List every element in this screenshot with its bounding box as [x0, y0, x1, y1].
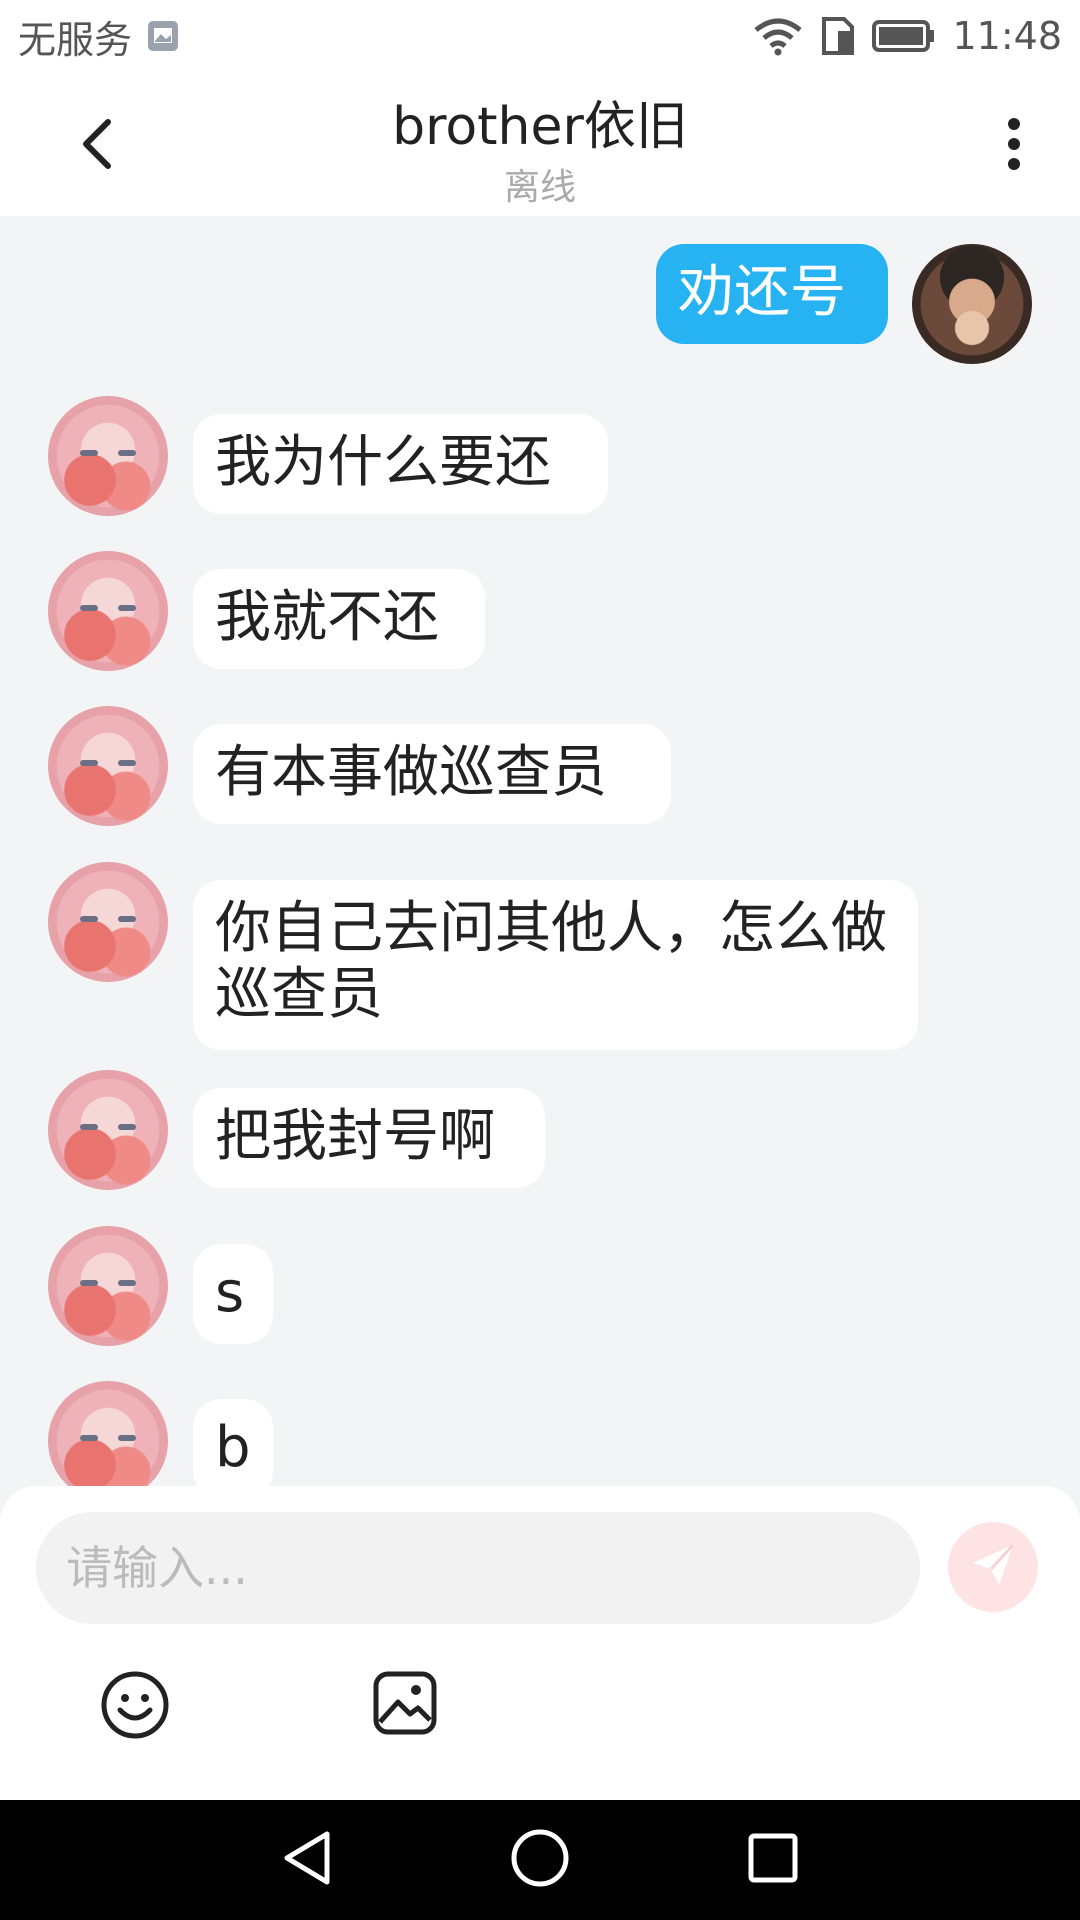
contact-avatar[interactable] [48, 551, 168, 671]
nav-recents-button[interactable] [738, 1825, 808, 1895]
nav-home-button[interactable] [505, 1825, 575, 1895]
circle-home-icon [510, 1828, 570, 1892]
battery-icon [872, 19, 936, 53]
wifi-icon [752, 16, 804, 56]
contact-avatar[interactable] [48, 862, 168, 982]
contact-avatar[interactable] [48, 706, 168, 826]
image-icon [372, 1671, 438, 1740]
message-bubble[interactable]: s [193, 1244, 273, 1344]
message-outgoing: 劝还号 [0, 216, 1080, 364]
message-bubble[interactable]: 我就不还 [193, 569, 485, 669]
message-incoming: 把我封号啊 [0, 1070, 1080, 1200]
send-button[interactable] [948, 1522, 1038, 1612]
emoji-icon [100, 1671, 170, 1744]
message-incoming: s [0, 1226, 1080, 1356]
contact-avatar[interactable] [48, 1070, 168, 1190]
contact-status: 离线 [503, 167, 576, 208]
message-bubble[interactable]: 劝还号 [656, 244, 888, 344]
carrier-label: 无服务 [18, 17, 133, 62]
square-recents-icon [747, 1832, 799, 1888]
contact-avatar[interactable] [48, 1226, 168, 1346]
message-incoming: 我为什么要还 [0, 396, 1080, 526]
message-incoming: 你自己去问其他人，怎么做巡查员 [0, 862, 1080, 1050]
image-button[interactable] [372, 1670, 438, 1736]
nav-back-button[interactable] [272, 1825, 342, 1895]
more-options-button[interactable] [976, 108, 1052, 184]
contact-name: brother依旧 [392, 97, 688, 157]
system-nav-bar [0, 1800, 1080, 1920]
my-avatar[interactable] [912, 244, 1032, 364]
message-list[interactable]: 劝还号 我为什么要还 我就不还 有本事做巡查员 你自己去问其他人，怎么做巡查员 … [0, 216, 1080, 1486]
status-bar: 无服务 11:48 [0, 0, 1080, 72]
message-bubble[interactable]: b [193, 1399, 273, 1486]
contact-avatar[interactable] [48, 1381, 168, 1486]
message-incoming: b [0, 1381, 1080, 1486]
message-input[interactable] [36, 1512, 920, 1624]
send-icon [969, 1541, 1017, 1593]
message-bubble[interactable]: 把我封号啊 [193, 1088, 545, 1188]
sim-icon [820, 15, 856, 57]
clock: 11:48 [952, 14, 1062, 58]
message-bubble[interactable]: 我为什么要还 [193, 414, 608, 514]
message-bubble[interactable]: 有本事做巡查员 [193, 724, 671, 824]
image-notification-icon [146, 19, 180, 53]
emoji-button[interactable] [100, 1670, 170, 1740]
message-incoming: 有本事做巡查员 [0, 706, 1080, 836]
message-incoming: 我就不还 [0, 551, 1080, 681]
contact-avatar[interactable] [48, 396, 168, 516]
composer [0, 1486, 1080, 1800]
message-bubble[interactable]: 你自己去问其他人，怎么做巡查员 [193, 880, 918, 1050]
more-vertical-icon [1006, 116, 1022, 176]
chat-header: brother依旧 离线 [0, 72, 1080, 216]
triangle-back-icon [279, 1828, 335, 1892]
